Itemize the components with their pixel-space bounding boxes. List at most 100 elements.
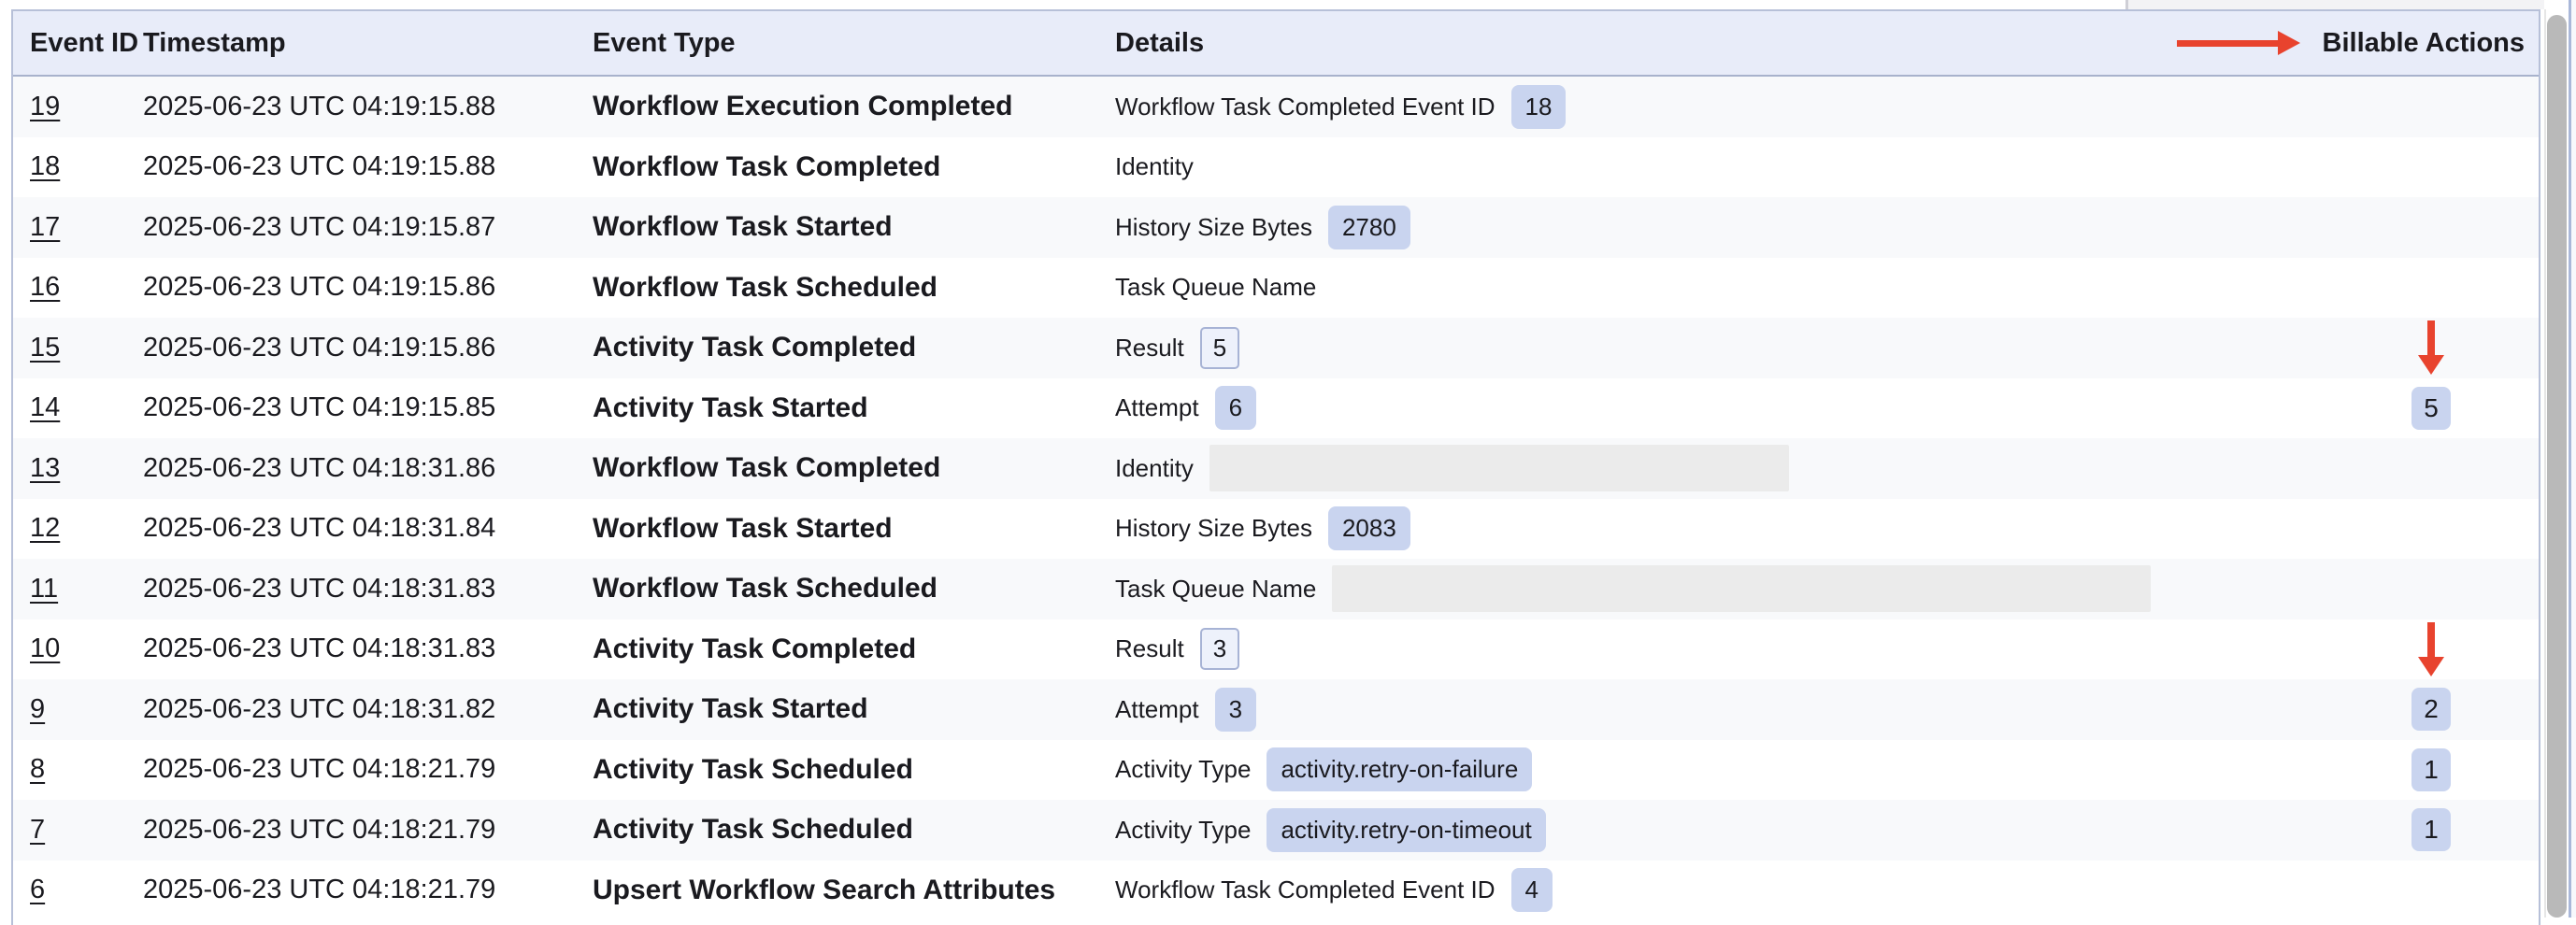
event-details: History Size Bytes 2083 [1115,506,2361,550]
detail-value-badge: 18 [1511,85,1567,129]
event-type: Workflow Execution Completed [593,91,1115,122]
event-timestamp: 2025-06-23 UTC 04:18:31.82 [143,694,593,725]
event-id-link[interactable]: 16 [30,272,60,302]
event-id-link[interactable]: 12 [30,513,60,543]
event-type: Upsert Workflow Search Attributes [593,875,1115,906]
right-edge-background [2571,0,2576,918]
event-type: Activity Task Completed [593,332,1115,363]
table-row: 11 2025-06-23 UTC 04:18:31.83 Workflow T… [13,559,2539,619]
event-id-cell: 6 [13,875,143,905]
redacted-value-box [1332,565,2151,612]
event-timestamp: 2025-06-23 UTC 04:19:15.86 [143,333,593,363]
event-details: Activity Type activity.retry-on-failure [1115,747,2361,791]
billable-actions-cell [2361,619,2501,680]
event-details: Result 3 [1115,628,2361,670]
event-timestamp: 2025-06-23 UTC 04:19:15.87 [143,212,593,243]
event-id-link[interactable]: 17 [30,212,60,242]
column-header-event-type[interactable]: Event Type [593,28,1115,59]
detail-label: Workflow Task Completed Event ID [1115,92,1496,121]
red-arrow-down-icon [2418,622,2444,676]
column-header-timestamp[interactable]: Timestamp [143,28,593,59]
event-type: Activity Task Started [593,693,1115,725]
table-row: 6 2025-06-23 UTC 04:18:21.79 Upsert Work… [13,861,2539,921]
billable-actions-cell [2361,137,2501,198]
table-row: 13 2025-06-23 UTC 04:18:31.86 Workflow T… [13,438,2539,499]
top-strip [0,0,2576,9]
billable-actions-badge: 1 [2411,748,2451,791]
event-id-cell: 12 [13,513,143,544]
event-details: Activity Type activity.retry-on-timeout [1115,808,2361,852]
event-id-link[interactable]: 7 [30,815,45,845]
detail-result-badge: 3 [1200,628,1239,670]
event-timestamp: 2025-06-23 UTC 04:18:31.83 [143,574,593,605]
event-timestamp: 2025-06-23 UTC 04:18:31.84 [143,513,593,544]
event-id-link[interactable]: 6 [30,875,45,904]
event-id-link[interactable]: 13 [30,453,60,483]
event-details: Task Queue Name [1115,273,2361,302]
table-row: 16 2025-06-23 UTC 04:19:15.86 Workflow T… [13,258,2539,319]
billable-actions-cell: 1 [2361,800,2501,861]
detail-value-badge: 2083 [1328,506,1410,550]
event-id-link[interactable]: 14 [30,392,60,422]
event-id-link[interactable]: 11 [30,574,58,604]
detail-value-badge: 3 [1215,688,1256,732]
event-type: Workflow Task Started [593,211,1115,243]
billable-actions-cell [2361,197,2501,258]
table-header-row: Event ID Timestamp Event Type Details Bi… [13,11,2539,77]
event-id-link[interactable]: 15 [30,333,60,363]
event-id-link[interactable]: 8 [30,754,45,784]
detail-value-badge: activity.retry-on-timeout [1267,808,1545,852]
detail-label: Attempt [1115,393,1199,422]
table-row: 10 2025-06-23 UTC 04:18:31.83 Activity T… [13,619,2539,680]
event-id-link[interactable]: 19 [30,92,60,121]
detail-label: Identity [1115,454,1194,483]
billable-actions-cell: 2 [2361,679,2501,740]
billable-actions-cell [2361,499,2501,560]
detail-label: Result [1115,634,1184,663]
redacted-value-box [1209,445,1789,491]
event-details: Attempt 3 [1115,688,2361,732]
red-arrow-right-icon [2177,31,2300,55]
detail-value-badge: 4 [1511,868,1553,912]
event-type: Workflow Task Completed [593,452,1115,484]
detail-result-badge: 5 [1200,327,1239,369]
billable-actions-cell [2361,861,2501,921]
billable-actions-label: Billable Actions [2323,28,2525,59]
event-timestamp: 2025-06-23 UTC 04:18:21.79 [143,875,593,905]
detail-value-badge: 6 [1215,386,1256,430]
billable-actions-cell [2361,438,2501,499]
event-id-link[interactable]: 10 [30,633,60,663]
event-type: Activity Task Completed [593,633,1115,665]
column-header-billable-actions: Billable Actions [2177,28,2539,59]
event-type: Workflow Task Completed [593,151,1115,183]
table-row: 14 2025-06-23 UTC 04:19:15.85 Activity T… [13,378,2539,439]
event-details: Workflow Task Completed Event ID 18 [1115,85,2361,129]
event-details: Result 5 [1115,327,2361,369]
event-id-cell: 16 [13,272,143,303]
column-header-details[interactable]: Details [1115,28,1204,59]
red-arrow-down-icon [2418,320,2444,375]
billable-actions-cell [2361,77,2501,137]
detail-label: Activity Type [1115,816,1251,845]
event-id-cell: 11 [13,574,143,605]
column-header-event-id[interactable]: Event ID [13,28,143,59]
event-details: Workflow Task Completed Event ID 4 [1115,868,2361,912]
detail-label: Activity Type [1115,755,1251,784]
detail-value-badge: 2780 [1328,206,1410,249]
billable-actions-cell [2361,258,2501,319]
event-id-link[interactable]: 9 [30,694,45,724]
event-id-cell: 9 [13,694,143,725]
detail-label: Identity [1115,152,1194,181]
event-history-table: Event ID Timestamp Event Type Details Bi… [11,9,2540,925]
event-id-link[interactable]: 18 [30,151,60,181]
billable-actions-cell [2361,318,2501,378]
table-row: 17 2025-06-23 UTC 04:19:15.87 Workflow T… [13,197,2539,258]
event-details: History Size Bytes 2780 [1115,206,2361,249]
event-type: Workflow Task Started [593,513,1115,545]
top-strip-right [2128,0,2544,9]
billable-actions-badge: 1 [2411,808,2451,851]
vertical-scrollbar-thumb[interactable] [2547,15,2567,918]
event-id-cell: 13 [13,453,143,484]
billable-actions-cell: 5 [2361,378,2501,439]
detail-label: History Size Bytes [1115,213,1312,242]
